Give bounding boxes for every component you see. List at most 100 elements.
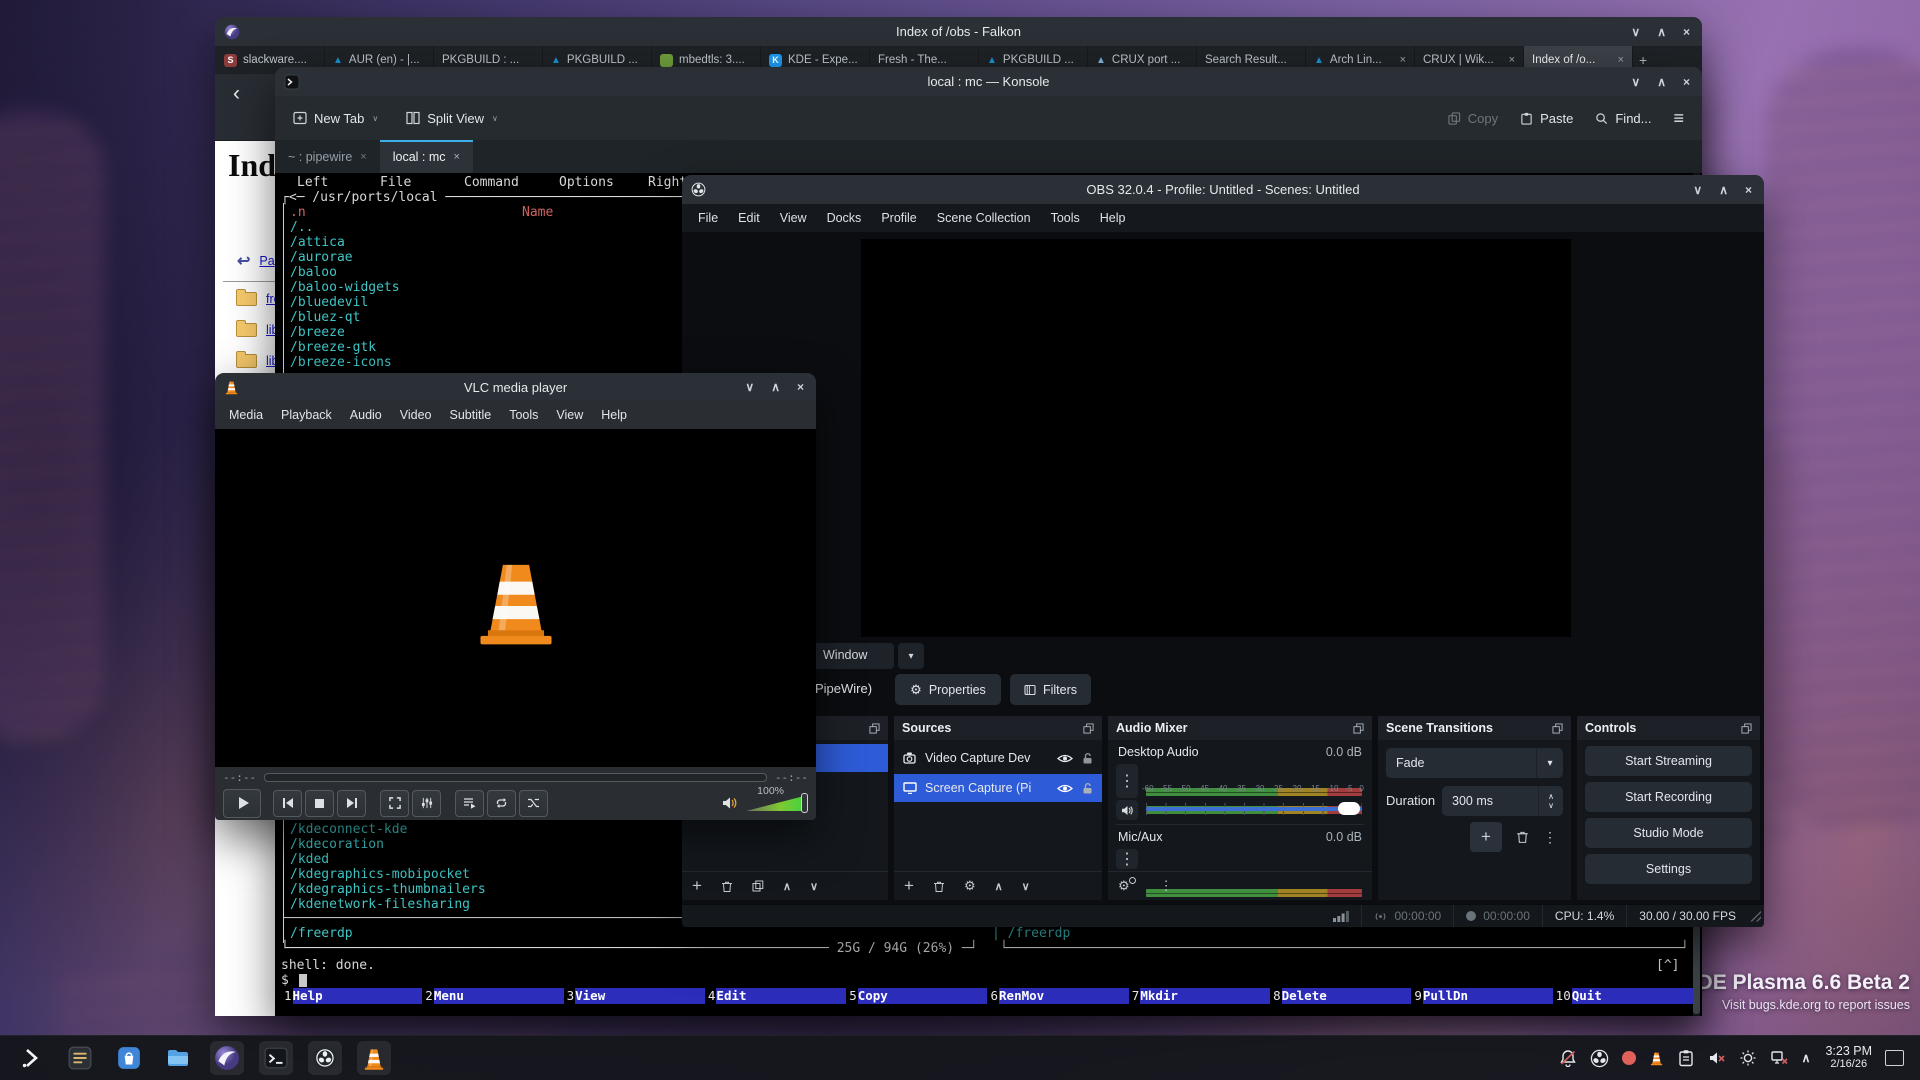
menu-help[interactable]: Help bbox=[592, 408, 636, 422]
mc-menu-file[interactable]: File bbox=[380, 175, 411, 190]
mc-menu-command[interactable]: Command bbox=[464, 175, 519, 190]
play-button[interactable] bbox=[223, 789, 261, 818]
hamburger-menu-icon[interactable]: ≡ bbox=[1673, 108, 1684, 129]
source-down-icon[interactable]: ∨ bbox=[1022, 880, 1030, 893]
transition-kebab-icon[interactable]: ⋮ bbox=[1543, 829, 1557, 846]
fullscreen-button[interactable] bbox=[380, 790, 409, 817]
maximize-icon[interactable]: ∧ bbox=[771, 380, 780, 394]
fkey-delete[interactable]: 8Delete bbox=[1270, 988, 1411, 1004]
close-icon[interactable]: × bbox=[1683, 75, 1690, 89]
scene-up-icon[interactable]: ∧ bbox=[783, 880, 791, 893]
tab-local-mc[interactable]: local : mc × bbox=[380, 140, 473, 173]
mixer-kebab-button[interactable]: ⋮ bbox=[1116, 849, 1138, 869]
add-source-icon[interactable]: + bbox=[904, 876, 914, 896]
menu-edit[interactable]: Edit bbox=[728, 211, 770, 225]
minimize-icon[interactable]: ∨ bbox=[1631, 25, 1640, 39]
menu-help[interactable]: Help bbox=[1090, 211, 1136, 225]
notifications-dnd-icon[interactable] bbox=[1559, 1049, 1577, 1067]
start-streaming-button[interactable]: Start Streaming bbox=[1585, 746, 1752, 776]
source-video-capture[interactable]: Video Capture Dev bbox=[894, 744, 1102, 772]
new-tab-icon[interactable]: + bbox=[1639, 52, 1647, 68]
fkey-view[interactable]: 3View bbox=[564, 988, 705, 1004]
tab-close-icon[interactable]: × bbox=[454, 151, 460, 163]
obs-tray-icon[interactable] bbox=[1590, 1049, 1609, 1068]
mute-speaker-button[interactable] bbox=[1116, 800, 1138, 820]
mc-entry[interactable]: /aurorae bbox=[290, 250, 353, 265]
menu-playback[interactable]: Playback bbox=[272, 408, 341, 422]
playlist-button[interactable] bbox=[455, 790, 484, 817]
mc-entry[interactable]: /.. bbox=[290, 220, 313, 235]
falkon-taskbar-icon[interactable] bbox=[210, 1041, 244, 1075]
screen-recording-icon[interactable] bbox=[1622, 1051, 1636, 1065]
tab-close-icon[interactable]: × bbox=[1505, 54, 1515, 66]
vlc-video-area[interactable] bbox=[215, 429, 816, 767]
new-tab-button[interactable]: New Tab ∨ bbox=[293, 111, 378, 126]
lock-icon[interactable] bbox=[1082, 782, 1093, 795]
add-transition-button[interactable]: + bbox=[1470, 822, 1502, 852]
maximize-icon[interactable]: ∧ bbox=[1657, 75, 1666, 89]
maximize-icon[interactable]: ∧ bbox=[1657, 25, 1666, 39]
mc-entry[interactable]: /kdenetwork-filesharing bbox=[290, 897, 470, 912]
mc-entry[interactable]: /baloo-widgets bbox=[290, 280, 400, 295]
menu-view[interactable]: View bbox=[770, 211, 817, 225]
file-manager-icon[interactable] bbox=[161, 1041, 195, 1075]
source-screen-capture[interactable]: Screen Capture (Pi bbox=[894, 774, 1102, 802]
maximize-icon[interactable]: ∧ bbox=[1719, 183, 1728, 197]
mc-column-name[interactable]: Name bbox=[522, 205, 553, 220]
audio-muted-icon[interactable] bbox=[1708, 1049, 1726, 1067]
menu-file[interactable]: File bbox=[688, 211, 728, 225]
vlc-titlebar[interactable]: VLC media player ∨∧× bbox=[215, 373, 816, 401]
popout-icon[interactable] bbox=[1083, 723, 1094, 734]
fkey-pulldn[interactable]: 9PullDn bbox=[1411, 988, 1552, 1004]
volume-slider-handle[interactable] bbox=[1338, 802, 1360, 815]
filters-button[interactable]: Filters bbox=[1010, 674, 1091, 705]
source-properties-gear-icon[interactable]: ⚙ bbox=[964, 878, 976, 894]
loop-button[interactable] bbox=[487, 790, 516, 817]
menu-subtitle[interactable]: Subtitle bbox=[441, 408, 501, 422]
tab-pipewire[interactable]: ~ : pipewire × bbox=[275, 140, 380, 173]
mc-entry[interactable]: /kdecoration bbox=[290, 837, 384, 852]
duplicate-scene-icon[interactable] bbox=[752, 880, 764, 892]
speaker-icon[interactable] bbox=[722, 796, 738, 810]
mc-entry[interactable]: /kded bbox=[290, 852, 329, 867]
mc-entry[interactable]: /breeze bbox=[290, 325, 345, 340]
menu-tools[interactable]: Tools bbox=[1041, 211, 1090, 225]
popout-icon[interactable] bbox=[1353, 723, 1364, 734]
resize-grip[interactable] bbox=[1750, 911, 1761, 922]
paste-button[interactable]: Paste bbox=[1520, 111, 1573, 126]
menu-video[interactable]: Video bbox=[391, 408, 441, 422]
menu-audio[interactable]: Audio bbox=[341, 408, 391, 422]
mc-entry[interactable]: /bluez-qt bbox=[290, 310, 360, 325]
preview-canvas[interactable] bbox=[861, 239, 1571, 637]
minimize-icon[interactable]: ∨ bbox=[1631, 75, 1640, 89]
visibility-eye-icon[interactable] bbox=[1057, 783, 1073, 794]
mc-entry[interactable]: /kdegraphics-mobipocket bbox=[290, 867, 470, 882]
tab-close-icon[interactable]: × bbox=[360, 151, 366, 163]
mc-menu-options[interactable]: Options bbox=[559, 175, 614, 190]
menu-scene-collection[interactable]: Scene Collection bbox=[927, 211, 1041, 225]
scene-down-icon[interactable]: ∨ bbox=[810, 880, 818, 893]
peek-desktop-icon[interactable] bbox=[1885, 1050, 1904, 1066]
volume-slider[interactable] bbox=[746, 793, 808, 813]
fkey-edit[interactable]: 4Edit bbox=[705, 988, 846, 1004]
network-disconnected-icon[interactable] bbox=[1770, 1049, 1789, 1067]
mc-entry[interactable]: /kdegraphics-thumbnailers bbox=[290, 882, 486, 897]
mc-entry[interactable]: /breeze-gtk bbox=[290, 340, 376, 355]
mc-entry[interactable]: /attica bbox=[290, 235, 345, 250]
stop-button[interactable] bbox=[305, 790, 334, 817]
mc-entry[interactable]: /kdeconnect-kde bbox=[290, 822, 407, 837]
volume-handle[interactable] bbox=[801, 793, 808, 813]
fkey-mkdir[interactable]: 7Mkdir bbox=[1129, 988, 1270, 1004]
spin-up-icon[interactable]: ∧ bbox=[1548, 792, 1554, 801]
start-recording-button[interactable]: Start Recording bbox=[1585, 782, 1752, 812]
add-scene-icon[interactable]: + bbox=[692, 876, 702, 896]
tab-close-icon[interactable]: × bbox=[1614, 54, 1624, 66]
vlc-taskbar-icon[interactable] bbox=[357, 1041, 391, 1075]
menu-docks[interactable]: Docks bbox=[817, 211, 872, 225]
transition-select[interactable]: Fade ▾ bbox=[1386, 748, 1563, 778]
konsole-taskbar-icon[interactable] bbox=[259, 1041, 293, 1075]
find-button[interactable]: Find... bbox=[1595, 111, 1651, 126]
lock-icon[interactable] bbox=[1082, 752, 1093, 765]
mc-menu-left[interactable]: Left bbox=[297, 175, 328, 190]
obs-taskbar-icon[interactable] bbox=[308, 1041, 342, 1075]
